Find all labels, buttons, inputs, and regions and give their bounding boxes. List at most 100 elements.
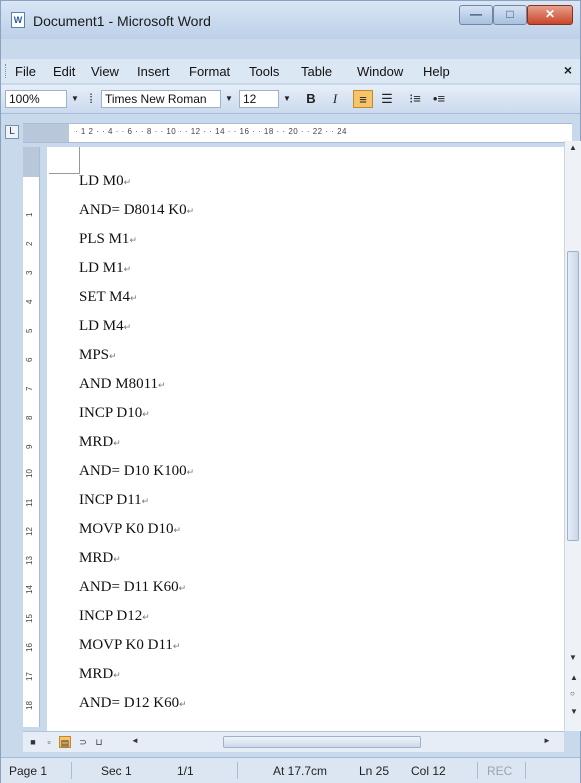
document-line-row[interactable]: AND= D10 K100↵ [79,463,194,480]
paragraph-mark: ↵ [123,264,132,274]
scroll-right-icon[interactable]: ► [543,736,551,745]
scroll-down-icon[interactable]: ▼ [569,653,577,662]
document-line-text: MOVP K0 D11 [79,637,173,653]
vertical-ruler-number: 1 [25,212,34,217]
reading-layout-view-icon[interactable]: ⊔ [93,736,105,748]
formatting-toolbar: 100% ▼ ⁞ Times New Roman ▼ 12 ▼ B I ≡ ☰ … [1,85,580,114]
document-line-row[interactable]: INCP D12↵ [79,608,150,625]
document-line-text: INCP D10 [79,405,143,421]
paragraph-mark: ↵ [109,351,117,361]
vertical-ruler-number: 6 [25,357,34,362]
status-section[interactable]: Sec 1 [101,764,132,778]
previous-page-icon[interactable]: ▲ [570,673,578,682]
maximize-button[interactable]: □ [493,5,527,25]
document-line-text: MRD [79,434,114,450]
scroll-left-icon[interactable]: ◄ [131,736,139,745]
vertical-ruler-number: 18 [25,701,34,710]
vertical-ruler-number: 3 [25,270,34,275]
document-line-row[interactable]: AND= D11 K60↵ [79,579,186,596]
document-line-text: MOVP K0 D10 [79,521,174,537]
bullets-icon[interactable]: •≡ [429,90,449,108]
menu-insert[interactable]: Insert [137,64,170,79]
next-page-icon[interactable]: ▼ [570,707,578,716]
document-line-row[interactable]: MRD↵ [79,666,121,683]
vertical-ruler-number: 11 [25,498,34,507]
status-rec[interactable]: REC [487,764,512,778]
document-line-text: MRD [79,666,114,682]
document-line-row[interactable]: MRD↵ [79,434,121,451]
font-size-box[interactable]: 12 [239,90,279,108]
document-line-text: PLS M1 [79,231,130,247]
document-line-row[interactable]: MRD↵ [79,550,121,567]
word-app-icon[interactable]: W [11,12,25,28]
document-line-row[interactable]: INCP D11↵ [79,492,149,509]
document-line-row[interactable]: MPS↵ [79,347,117,364]
italic-button[interactable]: I [325,90,345,108]
menu-window[interactable]: Window [357,64,403,79]
zoom-dropdown-icon[interactable]: ▼ [69,90,81,108]
paragraph-mark: ↵ [123,322,132,332]
status-column[interactable]: Col 12 [411,764,446,778]
document-line-row[interactable]: MOVP K0 D10↵ [79,521,181,538]
menu-tools[interactable]: Tools [249,64,279,79]
font-size-dropdown-icon[interactable]: ▼ [281,90,293,108]
menu-help[interactable]: Help [423,64,450,79]
styles-pane-icon[interactable]: ⁞ [85,90,97,108]
outline-view-icon[interactable]: ⊃ [77,736,89,748]
numbering-icon[interactable]: ⁝≡ [405,90,425,108]
tab-selector-icon[interactable]: L [5,125,19,139]
paragraph-mark: ↵ [186,206,195,216]
menu-format[interactable]: Format [189,64,230,79]
font-name-dropdown-icon[interactable]: ▼ [223,90,235,108]
paragraph-mark: ↵ [113,554,121,564]
menu-file[interactable]: File [15,64,36,79]
close-document-icon[interactable]: × [564,62,572,78]
paragraph-mark: ↵ [129,293,138,303]
paragraph-mark: ↵ [141,496,150,506]
vertical-ruler-number: 8 [25,415,34,420]
document-page[interactable]: LD M0↵ AND= D8014 K0↵ PLS M1↵ LD M1↵ SET M4↵… [47,147,564,731]
horizontal-ruler[interactable]: · 1 2 · · 4 · · 6 · · 8 · · 10 · · 12 · … [23,123,572,143]
menu-edit[interactable]: Edit [53,64,75,79]
align-left-icon[interactable]: ≡ [353,90,373,108]
document-line-row[interactable]: MOVP K0 D11↵ [79,637,180,654]
title-bar[interactable]: W Document1 - Microsoft Word — □ ✕ [1,1,580,39]
document-line-row[interactable]: LD M1↵ [79,260,131,277]
browse-object-icon[interactable]: ○ [570,689,575,698]
vertical-ruler-number: 17 [25,672,34,681]
scroll-up-icon[interactable]: ▲ [569,143,577,152]
font-name-box[interactable]: Times New Roman [101,90,221,108]
document-line-row[interactable]: LD M0↵ [79,173,131,190]
align-center-icon[interactable]: ☰ [377,90,397,108]
status-page-count[interactable]: 1/1 [177,764,194,778]
menu-grip-icon[interactable] [5,64,9,78]
document-line-row[interactable]: PLS M1↵ [79,231,137,248]
bold-button[interactable]: B [301,90,321,108]
paragraph-mark: ↵ [186,467,195,477]
document-line-row[interactable]: AND= D8014 K0↵ [79,202,194,219]
print-layout-view-icon[interactable]: ▤ [59,736,71,748]
close-button[interactable]: ✕ [527,5,573,25]
menu-view[interactable]: View [91,64,119,79]
document-line-row[interactable]: LD M4↵ [79,318,131,335]
web-layout-view-icon[interactable]: ▫ [43,736,55,748]
horizontal-scroll-thumb[interactable] [223,736,421,748]
minimize-button[interactable]: — [459,5,493,25]
menu-table[interactable]: Table [301,64,332,79]
document-line-row[interactable]: AND= D12 K60↵ [79,695,187,712]
vertical-scrollbar[interactable]: ▲ ▼ ▲ ○ ▼ [564,141,581,731]
paragraph-mark: ↵ [123,177,132,187]
status-at[interactable]: At 17.7cm [273,764,327,778]
document-line-row[interactable]: SET M4↵ [79,289,138,306]
status-line[interactable]: Ln 25 [359,764,389,778]
normal-view-icon[interactable]: ■ [27,736,39,748]
margin-corner-mark [49,147,80,174]
document-line-row[interactable]: AND M8011↵ [79,376,166,393]
document-line-row[interactable]: INCP D10↵ [79,405,150,422]
vertical-scroll-thumb[interactable] [567,251,579,541]
vertical-ruler[interactable]: 1 2 3 4 5 6 7 8 9 10 11 12 13 14 15 16 17 18 [23,147,40,727]
status-page[interactable]: Page 1 [9,764,47,778]
zoom-box[interactable]: 100% [5,90,67,108]
paragraph-mark: ↵ [113,670,121,680]
paragraph-mark: ↵ [178,583,187,593]
